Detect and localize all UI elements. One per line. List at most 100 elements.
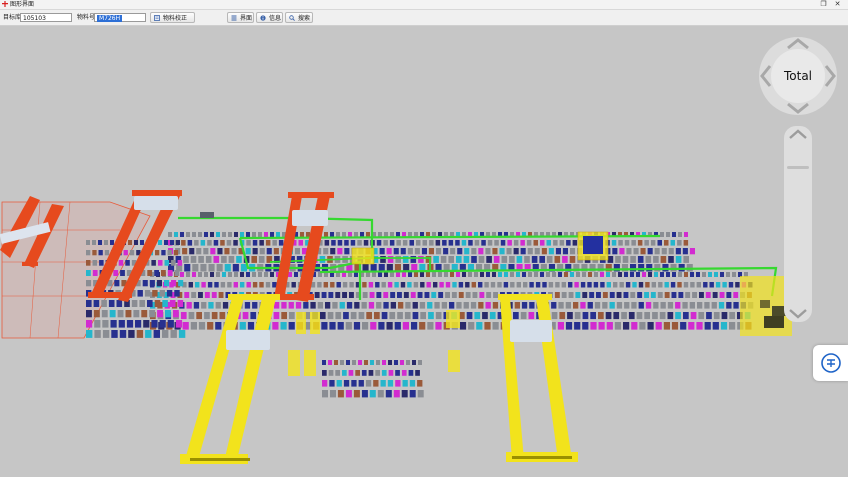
coil [372,272,376,277]
coil [270,272,274,277]
coil [450,248,456,255]
coil [573,302,579,309]
zoom-slider-thumb[interactable] [787,166,809,169]
coil [362,282,367,288]
coil [678,292,684,298]
coil-storage-grid [86,232,754,398]
coil [147,270,153,276]
coil [466,312,473,320]
coil [102,330,110,338]
coil [463,256,470,263]
coil [379,248,385,255]
coil [215,322,222,330]
coil [678,232,682,237]
coil [201,282,206,288]
coil [395,380,401,387]
total-view-button[interactable]: Total [758,36,838,116]
coil [354,302,360,309]
coil [264,272,268,277]
coil [400,248,406,255]
coil [280,322,287,330]
coil [630,264,637,272]
coil [628,312,635,320]
coil [498,272,502,277]
coil [266,248,272,255]
coil [593,282,599,288]
coil [322,360,326,365]
coil [602,292,608,298]
coil [626,248,632,255]
coil [377,390,384,398]
coil [526,240,532,246]
coil [111,330,118,338]
coil [288,322,295,330]
warehouse-3d-view[interactable] [0,26,848,477]
coil [210,248,216,255]
coil [211,312,218,320]
coil [658,282,663,288]
coil [478,302,484,309]
floating-assistant-button[interactable] [813,345,848,381]
coil [201,302,207,309]
coil [492,302,499,309]
coil [192,272,196,277]
close-button[interactable]: ✕ [832,0,843,9]
coil [162,330,169,338]
coil [208,302,214,309]
coil [190,256,197,263]
coil [410,256,417,263]
zoom-out-chevron-icon[interactable] [788,308,808,320]
material-correction-button[interactable]: 物料校正 [150,12,195,23]
coil [165,310,171,318]
coil [306,232,310,237]
coil [368,282,374,288]
coil [208,264,215,272]
coil [159,320,166,328]
coil [471,248,477,255]
search-button[interactable]: 搜索 [285,12,313,23]
coil [362,292,368,298]
coil [92,250,97,256]
coil [729,322,736,330]
info-button[interactable]: 信息 [256,12,283,23]
coil [101,310,108,318]
coil [133,310,140,318]
coil [180,232,184,237]
coil [412,312,419,320]
zoom-in-chevron-icon[interactable] [788,128,808,140]
coil [555,282,560,288]
coil [465,282,470,288]
coil [358,360,362,365]
coil [531,256,538,263]
camera-nav-pad[interactable]: Total [758,36,838,116]
coil [589,292,595,298]
coil [524,256,530,263]
coil [272,322,279,330]
coil [156,280,162,287]
material-number-input[interactable]: M726H [94,13,146,22]
coil [329,322,336,330]
coil [613,312,620,320]
interface-button[interactable]: 界面 [227,12,254,23]
coil [704,322,711,330]
coil [482,312,488,320]
coil [381,370,387,376]
coil [690,272,694,277]
restore-button[interactable]: ❐ [818,0,829,9]
coil [303,302,309,309]
coil [660,272,664,277]
coil [623,292,629,298]
coil [408,370,414,376]
coil [733,292,739,298]
target-area-input[interactable]: 105103 [20,13,72,22]
coil [715,282,721,288]
coil [551,312,558,320]
coil [465,292,471,298]
coil [336,282,341,288]
coil [663,322,670,330]
coil [472,292,478,298]
coil [246,232,250,237]
zoom-slider[interactable] [784,126,812,322]
coil [552,272,556,277]
coil [574,282,579,288]
